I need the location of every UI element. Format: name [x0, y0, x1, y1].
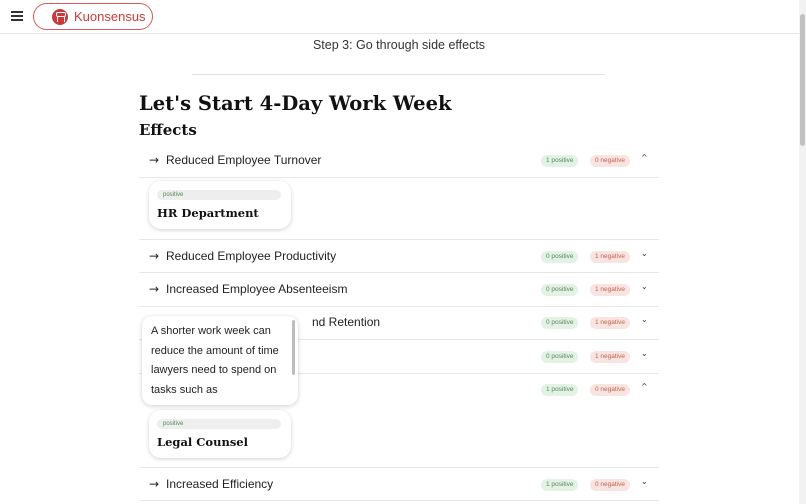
divider [192, 74, 605, 75]
chevron-down-icon[interactable]: ⌄ [641, 349, 648, 358]
hamburger-menu-icon[interactable] [11, 11, 23, 21]
effect-label: Increased Employee Absenteeism [166, 282, 348, 296]
sentiment-tag: positive [157, 190, 281, 200]
effect-description-tooltip: A shorter work week can reduce the amoun… [142, 316, 298, 405]
positive-count-badge: 1 positive [541, 479, 579, 491]
effect-label: Increased Efficiency [166, 477, 274, 491]
top-bar: Kuonsensus [0, 0, 806, 34]
page-scrollbar-thumb[interactable] [800, 14, 805, 146]
chevron-down-icon[interactable]: ⌄ [641, 249, 648, 258]
positive-count-badge: 0 positive [541, 317, 579, 329]
arrow-right-icon: → [149, 477, 160, 491]
chevron-up-icon[interactable]: ^ [641, 153, 648, 162]
effect-label: Reduced Employee Turnover [166, 153, 322, 167]
tooltip-text: A shorter work week can reduce the amoun… [151, 325, 279, 396]
negative-count-badge: 0 negative [590, 384, 630, 396]
negative-count-badge: 0 negative [590, 155, 630, 167]
sentiment-tag: positive [157, 419, 281, 429]
effect-row[interactable]: → Reduced Employee Turnover 1 positive 0… [139, 144, 659, 178]
positive-count-badge: 0 positive [541, 251, 579, 263]
chevron-down-icon[interactable]: ⌄ [641, 282, 648, 291]
negative-count-badge: 1 negative [590, 351, 630, 363]
stakeholder-card[interactable]: positive HR Department [149, 181, 291, 229]
chevron-up-icon[interactable]: ^ [641, 382, 648, 391]
chevron-down-icon[interactable]: ⌄ [641, 477, 648, 486]
page-title: Let's Start 4-Day Work Week [139, 92, 452, 115]
section-title-effects: Effects [139, 121, 197, 139]
tooltip-scrollbar[interactable] [292, 320, 295, 375]
arrow-right-icon: → [149, 153, 160, 167]
negative-count-badge: 1 negative [590, 317, 630, 329]
stakeholder-name: HR Department [157, 206, 259, 220]
effect-label: nd Retention [312, 315, 381, 329]
negative-count-badge: 1 negative [590, 251, 630, 263]
positive-count-badge: 1 positive [541, 155, 579, 167]
arrow-right-icon: → [149, 249, 160, 263]
effect-row[interactable]: → Increased Efficiency 1 positive 0 nega… [139, 467, 659, 501]
effect-row[interactable]: → Increased Employee Absenteeism 0 posit… [139, 273, 659, 307]
stakeholder-card[interactable]: positive Legal Counsel [149, 410, 291, 458]
effect-label: Reduced Employee Productivity [166, 249, 337, 263]
positive-count-badge: 0 positive [541, 351, 579, 363]
page-scrollbar[interactable] [799, 0, 806, 504]
effect-row[interactable]: → Reduced Employee Productivity 0 positi… [139, 239, 659, 273]
step-indicator: Step 3: Go through side effects [312, 38, 486, 52]
arrow-right-icon: → [149, 282, 160, 296]
brand-button[interactable]: Kuonsensus [33, 3, 153, 30]
brand-name: Kuonsensus [74, 9, 146, 24]
positive-count-badge: 1 positive [541, 384, 579, 396]
chevron-down-icon[interactable]: ⌄ [641, 315, 648, 324]
positive-count-badge: 0 positive [541, 284, 579, 296]
kuonsensus-logo-icon [52, 8, 68, 25]
negative-count-badge: 1 negative [590, 284, 630, 296]
stakeholder-name: Legal Counsel [157, 435, 248, 449]
negative-count-badge: 0 negative [590, 479, 630, 491]
